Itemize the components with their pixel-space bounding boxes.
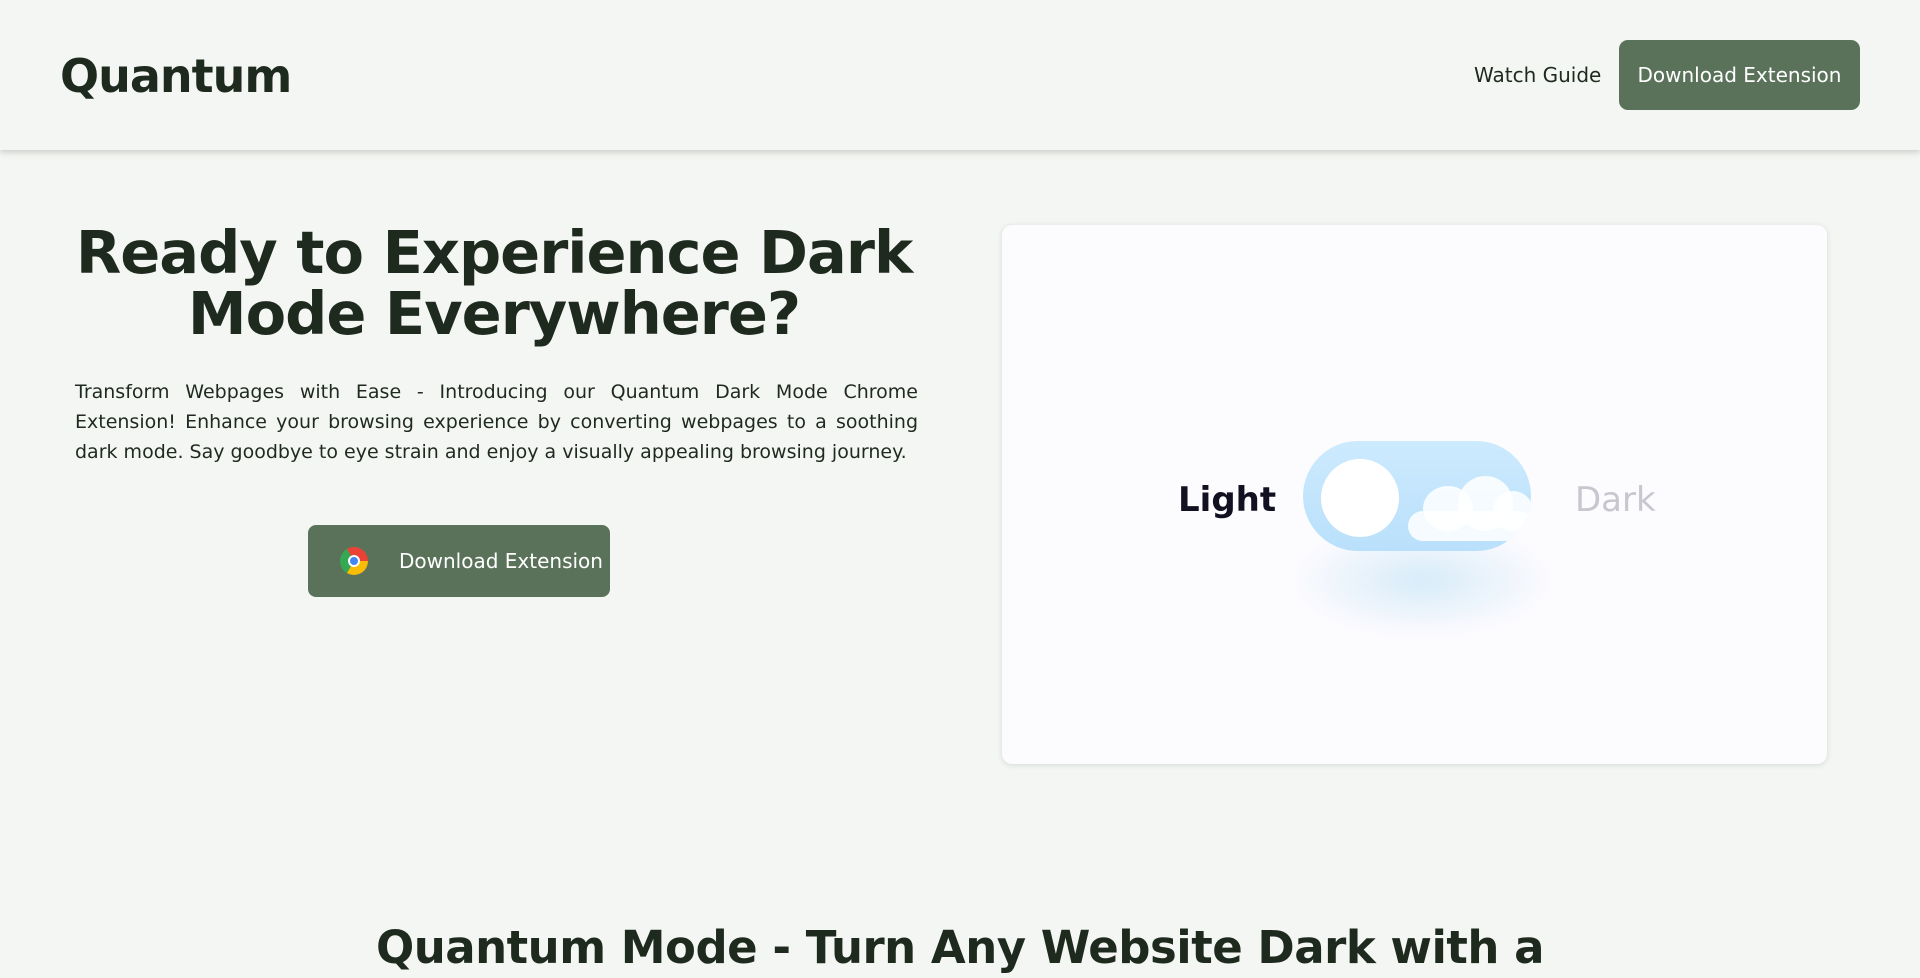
logo[interactable]: Quantum (60, 48, 292, 104)
cloud-icon (1493, 491, 1531, 531)
hero-download-button[interactable]: Download Extension (308, 525, 610, 597)
light-dark-toggle[interactable] (1303, 441, 1531, 551)
section-title: Quantum Mode - Turn Any Website Dark wit… (375, 921, 1545, 974)
hero-description: Transform Webpages with Ease - Introduci… (75, 381, 918, 463)
header-download-button[interactable]: Download Extension (1619, 40, 1860, 110)
site-header: Quantum Watch Guide Download Extension (0, 0, 1920, 150)
watch-guide-link[interactable]: Watch Guide (1474, 62, 1601, 88)
toggle-knob[interactable] (1321, 459, 1399, 537)
hero-title: Ready to Experience Dark Mode Everywhere… (75, 218, 913, 348)
chrome-icon (340, 547, 368, 575)
dark-mode-preview-card: Light Dark (1002, 225, 1827, 764)
light-label: Light (1178, 480, 1277, 520)
dark-label: Dark (1575, 480, 1656, 520)
hero-download-label: Download Extension (399, 549, 603, 573)
